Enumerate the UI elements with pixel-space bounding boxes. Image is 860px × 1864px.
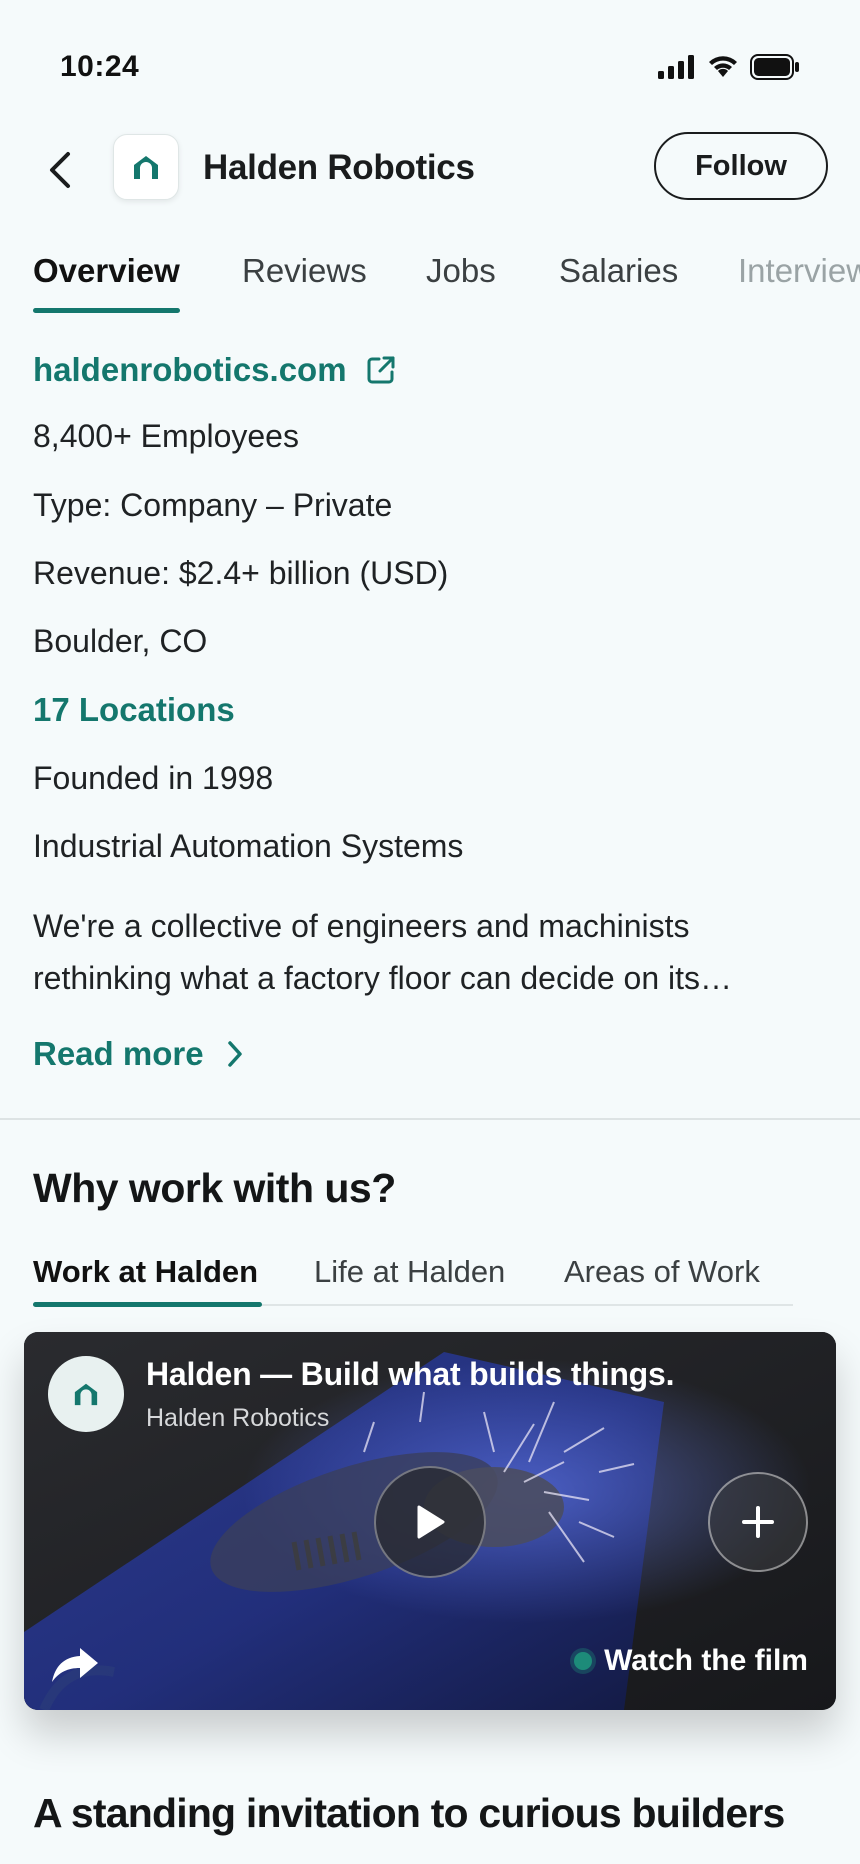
status-icons (658, 54, 800, 80)
company-revenue: Revenue: $2.4+ billion (USD) (33, 555, 449, 591)
cellular-signal-icon (658, 55, 694, 79)
company-name: Halden Robotics (203, 148, 475, 187)
tab-areas-of-work[interactable]: Areas of Work (564, 1254, 760, 1290)
chevron-right-icon (227, 1041, 242, 1067)
locations-link[interactable]: 17 Locations (33, 691, 235, 729)
industry: Industrial Automation Systems (33, 828, 464, 864)
why-work-title: Why work with us? (33, 1165, 396, 1211)
play-icon (417, 1505, 445, 1539)
follow-button[interactable]: Follow (654, 132, 828, 200)
status-time: 10:24 (60, 50, 140, 83)
tab-salaries[interactable]: Salaries (559, 252, 678, 290)
live-indicator-icon (574, 1652, 593, 1670)
share-button[interactable] (50, 1644, 100, 1684)
tab-life-at-halden[interactable]: Life at Halden (314, 1254, 505, 1290)
company-video-card[interactable]: Halden — Build what builds things. Halde… (24, 1332, 836, 1710)
section-divider (0, 1118, 860, 1120)
read-more-button[interactable]: Read more (33, 1035, 244, 1073)
wifi-icon (709, 56, 737, 77)
headquarters-location: Boulder, CO (33, 623, 208, 659)
share-arrow-icon (52, 1648, 98, 1682)
tab-jobs[interactable]: Jobs (426, 252, 496, 290)
read-more-label: Read more (33, 1035, 204, 1072)
tab-reviews[interactable]: Reviews (242, 252, 367, 290)
active-sub-tab-indicator (33, 1302, 262, 1307)
website-link[interactable]: haldenrobotics.com (33, 345, 833, 395)
status-bar: 10:24 (0, 0, 860, 140)
next-section-title: A standing invitation to curious builder… (33, 1790, 785, 1836)
tab-work-at-halden[interactable]: Work at Halden (33, 1254, 258, 1290)
video-channel-avatar (48, 1356, 124, 1432)
chevron-left-icon (50, 152, 70, 188)
halden-logo-icon (134, 156, 158, 179)
company-tabs: Overview Reviews Jobs Salaries Interview… (0, 248, 860, 318)
add-button[interactable] (708, 1472, 808, 1572)
why-work-tabs: Work at Halden Life at Halden Areas of W… (0, 1250, 860, 1310)
play-button[interactable] (374, 1466, 486, 1578)
company-logo (113, 134, 179, 200)
watch-film-button[interactable]: Watch the film (574, 1644, 808, 1678)
external-link-icon (367, 356, 395, 384)
founded-year: Founded in 1998 (33, 760, 274, 796)
tab-interviews[interactable]: Interviews (738, 252, 860, 290)
tab-overview[interactable]: Overview (33, 252, 180, 290)
halden-logo-icon (74, 1383, 98, 1406)
back-button[interactable] (36, 146, 84, 194)
website-label: haldenrobotics.com (33, 351, 347, 388)
video-channel-name: Halden Robotics (146, 1404, 330, 1432)
plus-icon (742, 1506, 774, 1538)
watch-film-label: Watch the film (604, 1644, 808, 1677)
company-header: Halden Robotics Follow (0, 130, 860, 210)
overview-info: haldenrobotics.com 8,400+ Employees Type… (33, 345, 833, 1072)
active-tab-indicator (33, 308, 180, 313)
company-type: Type: Company – Private (33, 487, 393, 523)
battery-icon (750, 54, 799, 80)
company-description: We're a collective of engineers and mach… (33, 908, 733, 996)
employee-count: 8,400+ Employees (33, 418, 299, 454)
video-title: Halden — Build what builds things. (146, 1356, 675, 1392)
